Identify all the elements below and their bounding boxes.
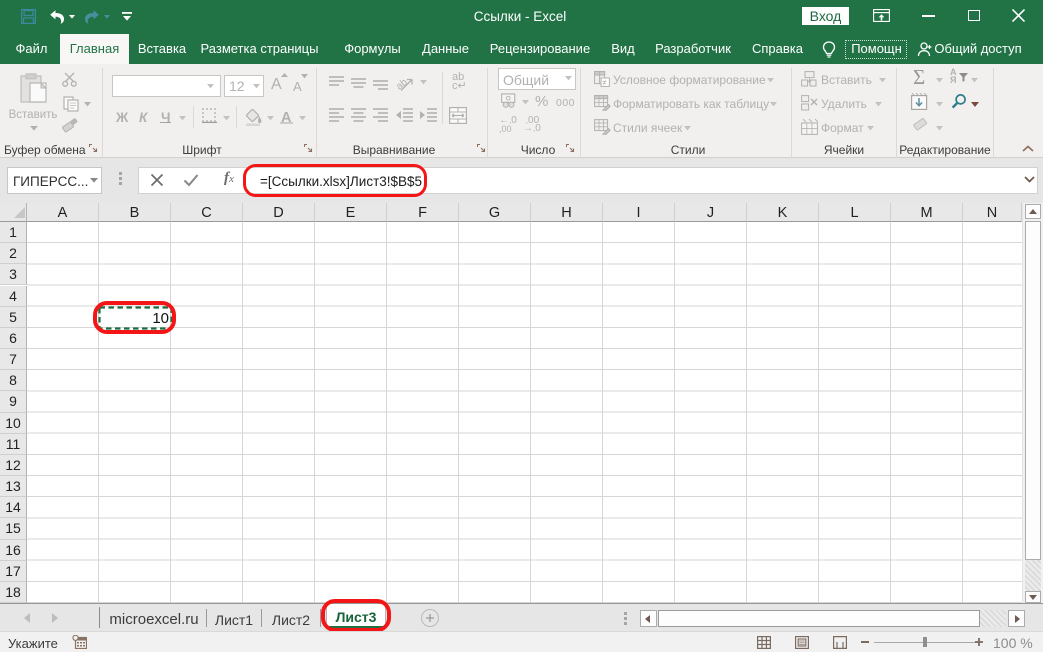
svg-text:≠: ≠: [602, 78, 606, 87]
